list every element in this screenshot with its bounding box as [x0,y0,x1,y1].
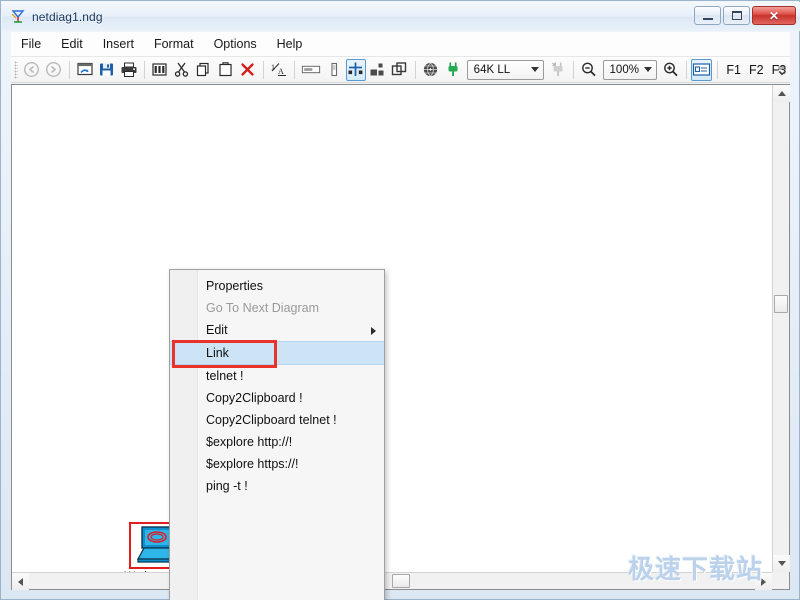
context-menu-item-label: ping -t ! [206,479,248,493]
minimize-icon [702,17,713,20]
window-frame: netdiag1.ndg ✕ File Edit Insert Format O… [0,0,800,600]
menu-bar: File Edit Insert Format Options Help [11,32,790,57]
context-menu-item-edit[interactable]: Edit [170,319,384,341]
menu-options[interactable]: Options [204,34,267,54]
maximize-icon [731,11,742,20]
link-speed-value: 64K LL [473,63,511,76]
app-icon [10,9,26,25]
properties-icon[interactable] [150,59,170,81]
globe-icon[interactable] [421,59,441,81]
save-icon[interactable] [97,59,117,81]
context-menu-item-label: telnet ! [206,369,244,383]
window-title: netdiag1.ndg [32,9,103,24]
chevron-down-icon [530,67,539,72]
window-controls: ✕ [694,6,796,25]
context-menu-item-label: Copy2Clipboard telnet ! [206,413,337,427]
plug-disabled-icon[interactable] [548,59,568,81]
ungroup-icon[interactable] [390,59,410,81]
copy-icon[interactable] [194,59,214,81]
context-menu-item-explore-http[interactable]: $explore http://! [170,431,384,453]
toolbar-separator [68,60,70,79]
toolbar-separator [414,60,416,79]
zoom-out-icon[interactable] [579,59,599,81]
toolbar-separator [685,60,687,79]
context-menu-item-label: $explore https://! [206,457,299,471]
vertical-scrollbar[interactable] [772,85,790,572]
forward-icon[interactable] [44,59,64,81]
scroll-down-button[interactable] [773,555,790,572]
fkey-f2[interactable]: F2 [749,63,764,77]
caret-left-icon [18,577,23,586]
menu-insert[interactable]: Insert [93,34,144,54]
toolbar-separator [293,60,295,79]
plug-icon[interactable] [443,59,463,81]
new-window-icon[interactable] [75,59,95,81]
context-menu-item-label: Link [206,346,229,360]
diagram-canvas[interactable]: Workgroup Di [12,85,772,572]
toolbar-separator [717,60,719,79]
toolbar-separator [572,60,574,79]
close-button[interactable]: ✕ [752,6,796,25]
context-menu-item-ping[interactable]: ping -t ! [170,475,384,497]
back-icon[interactable] [22,59,42,81]
toolbar-separator [143,60,145,79]
zoom-in-icon[interactable] [661,59,681,81]
toolbar-grip[interactable] [14,60,18,79]
toolbar: 1 A 64K LL 100% F1 F2 F3 [11,57,790,83]
group-icon[interactable] [368,59,388,81]
context-menu-item-properties[interactable]: Properties [170,275,384,297]
delete-icon[interactable] [238,59,258,81]
toolbar-overflow-button[interactable] [776,61,788,79]
horizontal-scroll-thumb[interactable] [392,574,410,588]
context-menu-item-label: Copy2Clipboard ! [206,391,303,405]
context-menu-item-telnet[interactable]: telnet ! [170,365,384,387]
text-box-icon[interactable] [300,59,322,81]
title-bar[interactable]: netdiag1.ndg ✕ [2,2,800,31]
caret-down-icon [777,561,786,566]
fkey-f1[interactable]: F1 [726,63,741,77]
zoom-value: 100% [609,63,639,76]
context-menu-item-label: $explore http://! [206,435,293,449]
scrollbar-corner [772,572,789,589]
context-menu-item-go-to-next-diagram: Go To Next Diagram [170,297,384,319]
document-area: Workgroup Di [11,84,790,590]
menu-file[interactable]: File [11,34,51,54]
submenu-arrow-icon [371,327,376,335]
context-menu-item-label: Properties [206,279,263,293]
vertical-bar-icon[interactable] [324,59,344,81]
menu-edit[interactable]: Edit [51,34,93,54]
caret-up-icon [777,91,786,96]
toolbar-separator [262,60,264,79]
node-tool-icon[interactable] [345,58,366,81]
link-speed-select[interactable]: 64K LL [466,59,544,80]
cut-icon[interactable] [172,59,192,81]
application-window: netdiag1.ndg ✕ File Edit Insert Format O… [0,0,800,600]
context-menu: Properties Go To Next Diagram Edit Link … [169,269,385,600]
svg-text:A: A [278,67,284,76]
context-menu-item-label: Go To Next Diagram [206,301,320,315]
context-menu-item-copy2clipboard-telnet[interactable]: Copy2Clipboard telnet ! [170,409,384,431]
context-menu-list: Properties Go To Next Diagram Edit Link … [170,270,384,497]
scroll-up-button[interactable] [773,85,790,102]
context-menu-item-link[interactable]: Link [170,341,384,365]
maximize-button[interactable] [723,6,750,25]
paste-icon[interactable] [216,59,236,81]
scroll-left-button[interactable] [12,573,29,590]
chevron-down-icon [643,67,652,72]
menu-help[interactable]: Help [267,34,313,54]
menu-format[interactable]: Format [144,34,204,54]
watermark: 极速下载站 [628,555,764,585]
legend-icon[interactable] [691,58,713,81]
vertical-scroll-thumb[interactable] [774,295,788,313]
minimize-button[interactable] [694,6,721,25]
zoom-select[interactable]: 100% [602,59,657,80]
context-menu-item-copy2clipboard[interactable]: Copy2Clipboard ! [170,387,384,409]
context-menu-item-label: Edit [206,323,228,337]
print-icon[interactable] [119,59,139,81]
context-menu-item-explore-https[interactable]: $explore https://! [170,453,384,475]
font-icon[interactable]: 1 A [269,59,289,81]
